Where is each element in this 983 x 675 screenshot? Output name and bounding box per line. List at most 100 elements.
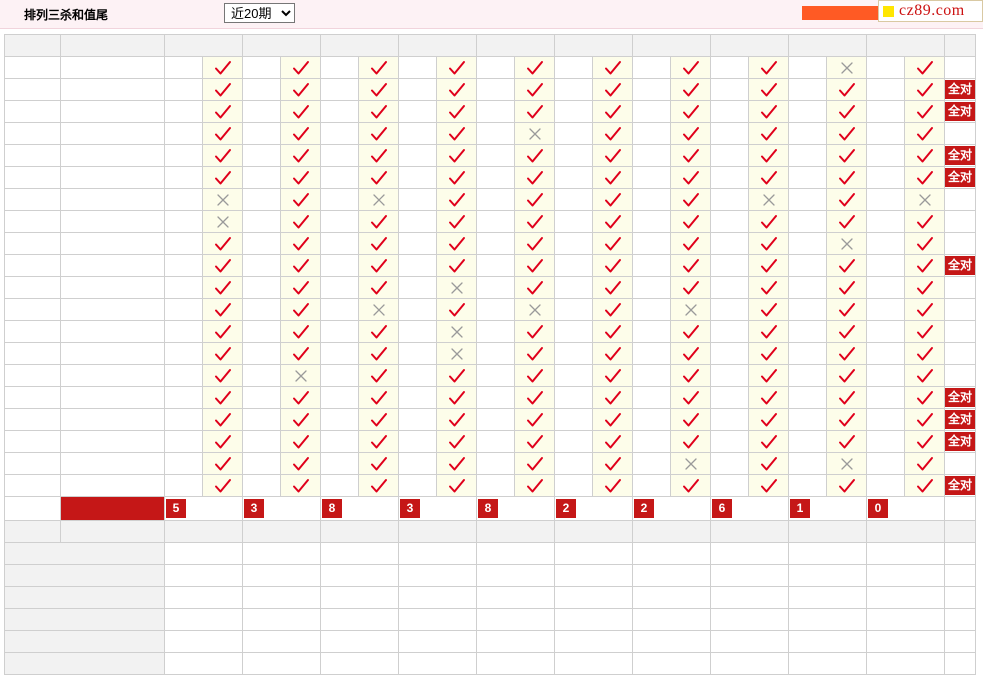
result-mark-cell: [826, 56, 867, 79]
check-icon: [604, 126, 621, 140]
kill-number-cell: [164, 276, 203, 299]
period-cell: [4, 188, 61, 211]
kill-number-cell: [164, 452, 203, 475]
check-icon: [526, 324, 543, 338]
kill-number-cell: [632, 276, 671, 299]
kill-number-cell: [320, 474, 359, 497]
kill-number-cell: [398, 320, 437, 343]
summary-value: [788, 564, 867, 587]
stat-all-correct-badge: 全对: [944, 100, 976, 123]
result-mark-cell: [202, 474, 243, 497]
check-icon: [760, 302, 777, 316]
summary-value: [164, 652, 243, 675]
result-mark-cell: [280, 56, 321, 79]
kill-number-cell: [788, 144, 827, 167]
top-bar: 排列三杀和值尾 近20期 cz89.com: [0, 0, 983, 29]
summary-stat-value: [944, 564, 976, 587]
kill-number-cell: [632, 408, 671, 431]
col-header-expert: [554, 520, 633, 543]
summary-value: [788, 652, 867, 675]
stat-cell: [944, 320, 976, 343]
check-icon: [682, 170, 699, 184]
table-row: 全对: [4, 386, 976, 409]
check-icon: [370, 126, 387, 140]
summary-value: [866, 564, 945, 587]
result-mark-cell: [748, 408, 789, 431]
result-mark-cell: [592, 452, 633, 475]
kill-number-cell: [242, 364, 281, 387]
summary-value: [320, 586, 399, 609]
col-header-winning: [60, 520, 165, 543]
check-icon: [682, 104, 699, 118]
summary-row: [4, 542, 976, 565]
current-kill-number-cell: 1: [788, 496, 867, 521]
kill-number-cell: [164, 232, 203, 255]
summary-row: [4, 630, 976, 653]
kill-number-cell: [398, 232, 437, 255]
summary-value: [710, 586, 789, 609]
result-mark-cell: [826, 144, 867, 167]
check-icon: [760, 104, 777, 118]
summary-value: [866, 630, 945, 653]
col-header-expert: [398, 520, 477, 543]
result-mark-cell: [202, 232, 243, 255]
check-icon: [760, 346, 777, 360]
result-mark-cell: [436, 452, 477, 475]
kill-number-cell: [164, 254, 203, 277]
check-icon: [526, 148, 543, 162]
result-mark-cell: [826, 100, 867, 123]
result-mark-cell: [904, 144, 945, 167]
period-range-select[interactable]: 近20期: [224, 3, 295, 23]
kill-number-cell: [242, 122, 281, 145]
cross-icon: [762, 193, 775, 206]
result-mark-cell: [670, 188, 711, 211]
kill-number-cell: [320, 254, 359, 277]
table-row: 全对: [4, 408, 976, 431]
current-kill-number: 2: [634, 499, 654, 518]
result-mark-cell: [280, 364, 321, 387]
kill-number-cell: [476, 386, 515, 409]
check-icon: [370, 214, 387, 228]
period-cell: [4, 320, 61, 343]
kill-number-cell: [320, 408, 359, 431]
result-mark-cell: [436, 430, 477, 453]
result-mark-cell: [670, 144, 711, 167]
period-cell: [4, 452, 61, 475]
result-mark-cell: [904, 408, 945, 431]
site-logo[interactable]: cz89.com: [878, 0, 983, 22]
check-icon: [916, 148, 933, 162]
check-icon: [370, 434, 387, 448]
kill-number-cell: [788, 474, 827, 497]
summary-stat-value: [944, 652, 976, 675]
kill-number-cell: [242, 298, 281, 321]
kill-number-cell: [866, 386, 905, 409]
kill-number-cell: [632, 56, 671, 79]
check-icon: [292, 82, 309, 96]
summary-value: [788, 542, 867, 565]
result-mark-cell: [748, 342, 789, 365]
ad-banner[interactable]: [802, 6, 880, 20]
result-mark-cell: [202, 364, 243, 387]
result-mark-cell: [592, 56, 633, 79]
kill-number-cell: [554, 320, 593, 343]
result-mark-cell: [592, 78, 633, 101]
kill-number-cell: [320, 364, 359, 387]
kill-number-cell: [164, 122, 203, 145]
result-mark-cell: [202, 254, 243, 277]
check-icon: [448, 126, 465, 140]
check-icon: [604, 236, 621, 250]
current-kill-number-cell: 8: [476, 496, 555, 521]
result-mark-cell: [748, 386, 789, 409]
col-header-expert: [632, 34, 711, 57]
result-mark-cell: [280, 100, 321, 123]
summary-value: [320, 652, 399, 675]
winning-number-cell: [60, 386, 165, 409]
check-icon: [526, 192, 543, 206]
check-icon: [838, 192, 855, 206]
summary-row: [4, 608, 976, 631]
kill-number-cell: [554, 386, 593, 409]
stat-cell: [944, 56, 976, 79]
check-icon: [916, 412, 933, 426]
current-kill-number: 2: [556, 499, 576, 518]
result-mark-cell: [904, 188, 945, 211]
